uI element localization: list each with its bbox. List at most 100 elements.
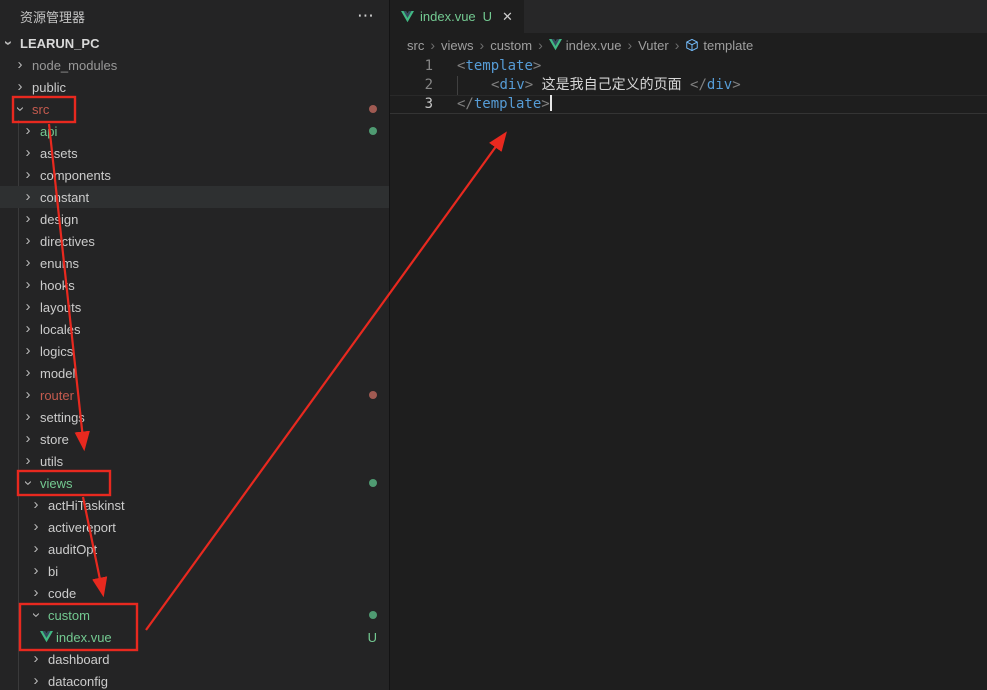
code-line-2: 2 <div> 这是我自己定义的页面 </div> (390, 76, 987, 95)
chevron-right-icon: › (20, 146, 36, 160)
tree-item-components[interactable]: › components (0, 164, 389, 186)
chevron-down-icon: › (13, 101, 27, 117)
chevron-right-icon: › (28, 564, 44, 578)
git-modified-dot-icon (369, 391, 377, 399)
root-folder-label: LEARUN_PC (20, 36, 99, 51)
tree-item-auditopt[interactable]: › auditOpt (0, 538, 389, 560)
chevron-right-icon: › (12, 58, 28, 72)
chevron-right-icon: › (20, 124, 36, 138)
chevron-right-icon: › (675, 37, 680, 53)
chevron-right-icon: › (20, 322, 36, 336)
code-editor[interactable]: 1 <template> 2 <div> 这是我自己定义的页面 </div> 3… (390, 57, 987, 114)
breadcrumb-index-vue[interactable]: index.vue (566, 38, 622, 53)
tree-item-dashboard[interactable]: › dashboard (0, 648, 389, 670)
chevron-right-icon: › (20, 388, 36, 402)
explorer-header: 资源管理器 ⋯ (0, 0, 389, 32)
tree-item-assets[interactable]: › assets (0, 142, 389, 164)
chevron-right-icon: › (20, 344, 36, 358)
chevron-right-icon: › (20, 432, 36, 446)
more-actions-icon[interactable]: ⋯ (357, 11, 375, 21)
chevron-right-icon: › (28, 674, 44, 688)
chevron-right-icon: › (20, 454, 36, 468)
breadcrumb-custom[interactable]: custom (490, 38, 532, 53)
breadcrumb-template[interactable]: template (703, 38, 753, 53)
chevron-right-icon: › (20, 234, 36, 248)
tree-item-store[interactable]: › store (0, 428, 389, 450)
git-modified-dot-icon (369, 105, 377, 113)
breadcrumb-vuter[interactable]: Vuter (638, 38, 669, 53)
tree-item-bi[interactable]: › bi (0, 560, 389, 582)
code-line-3-current: 3 </template> (390, 95, 987, 114)
tree-item-layouts[interactable]: › layouts (0, 296, 389, 318)
tree-item-public[interactable]: › public (0, 76, 389, 98)
chevron-right-icon: › (20, 168, 36, 182)
vue-logo-icon (401, 11, 414, 23)
tree-item-locales[interactable]: › locales (0, 318, 389, 340)
chevron-right-icon: › (20, 366, 36, 380)
breadcrumb: src › views › custom › index.vue › Vuter… (390, 33, 987, 57)
chevron-down-icon: › (29, 607, 43, 623)
chevron-right-icon: › (20, 278, 36, 292)
git-added-dot-icon (369, 611, 377, 619)
symbol-namespace-icon (685, 38, 699, 52)
git-added-dot-icon (369, 479, 377, 487)
chevron-right-icon: › (20, 212, 36, 226)
tree-item-dataconfig[interactable]: › dataconfig (0, 670, 389, 690)
chevron-right-icon: › (538, 37, 543, 53)
tree-item-constant[interactable]: › constant (0, 186, 389, 208)
breadcrumb-src[interactable]: src (407, 38, 424, 53)
chevron-right-icon: › (480, 37, 485, 53)
chevron-right-icon: › (12, 80, 28, 94)
chevron-right-icon: › (20, 300, 36, 314)
chevron-down-icon: › (21, 475, 35, 491)
tree-item-node-modules[interactable]: › node_modules (0, 54, 389, 76)
chevron-right-icon: › (20, 256, 36, 270)
tab-bar: index.vue U ✕ (390, 0, 987, 33)
tab-label: index.vue (420, 9, 476, 24)
tree-item-router[interactable]: › router (0, 384, 389, 406)
git-added-dot-icon (369, 127, 377, 135)
explorer-sidebar: 资源管理器 ⋯ › LEARUN_PC › node_modules › pub… (0, 0, 390, 690)
chevron-right-icon: › (430, 37, 435, 53)
chevron-right-icon: › (28, 542, 44, 556)
tree-item-src[interactable]: › src (0, 98, 389, 120)
tree-item-index-vue[interactable]: index.vue U (0, 626, 389, 648)
tree-item-settings[interactable]: › settings (0, 406, 389, 428)
tree-item-enums[interactable]: › enums (0, 252, 389, 274)
tab-index-vue[interactable]: index.vue U ✕ (390, 0, 524, 33)
indent-guide (457, 76, 458, 95)
breadcrumb-views[interactable]: views (441, 38, 474, 53)
chevron-right-icon: › (28, 520, 44, 534)
vue-logo-icon (549, 39, 562, 51)
code-line-1: 1 <template> (390, 57, 987, 76)
git-untracked-badge: U (368, 630, 377, 645)
chevron-right-icon: › (28, 498, 44, 512)
explorer-title: 资源管理器 (20, 7, 85, 26)
tree-item-api[interactable]: › api (0, 120, 389, 142)
close-icon[interactable]: ✕ (502, 9, 513, 25)
tree-item-acthitaskinst[interactable]: › actHiTaskinst (0, 494, 389, 516)
file-tree: › node_modules › public › src › api › as… (0, 54, 389, 690)
chevron-down-icon: › (1, 35, 15, 51)
tree-item-utils[interactable]: › utils (0, 450, 389, 472)
vue-logo-icon (40, 631, 53, 643)
chevron-right-icon: › (20, 190, 36, 204)
tree-item-code[interactable]: › code (0, 582, 389, 604)
chevron-right-icon: › (627, 37, 632, 53)
vscode-window: 资源管理器 ⋯ › LEARUN_PC › node_modules › pub… (0, 0, 987, 690)
tree-item-directives[interactable]: › directives (0, 230, 389, 252)
tree-item-custom[interactable]: › custom (0, 604, 389, 626)
chevron-right-icon: › (28, 586, 44, 600)
tree-root-learun-pc[interactable]: › LEARUN_PC (0, 32, 389, 54)
text-cursor (550, 95, 552, 111)
tree-item-logics[interactable]: › logics (0, 340, 389, 362)
tree-item-views[interactable]: › views (0, 472, 389, 494)
chevron-right-icon: › (28, 652, 44, 666)
tab-git-badge: U (483, 9, 492, 24)
chevron-right-icon: › (20, 410, 36, 424)
tree-item-activereport[interactable]: › activereport (0, 516, 389, 538)
tree-item-hooks[interactable]: › hooks (0, 274, 389, 296)
editor-area: index.vue U ✕ src › views › custom › ind… (390, 0, 987, 690)
tree-item-design[interactable]: › design (0, 208, 389, 230)
tree-item-model[interactable]: › model (0, 362, 389, 384)
